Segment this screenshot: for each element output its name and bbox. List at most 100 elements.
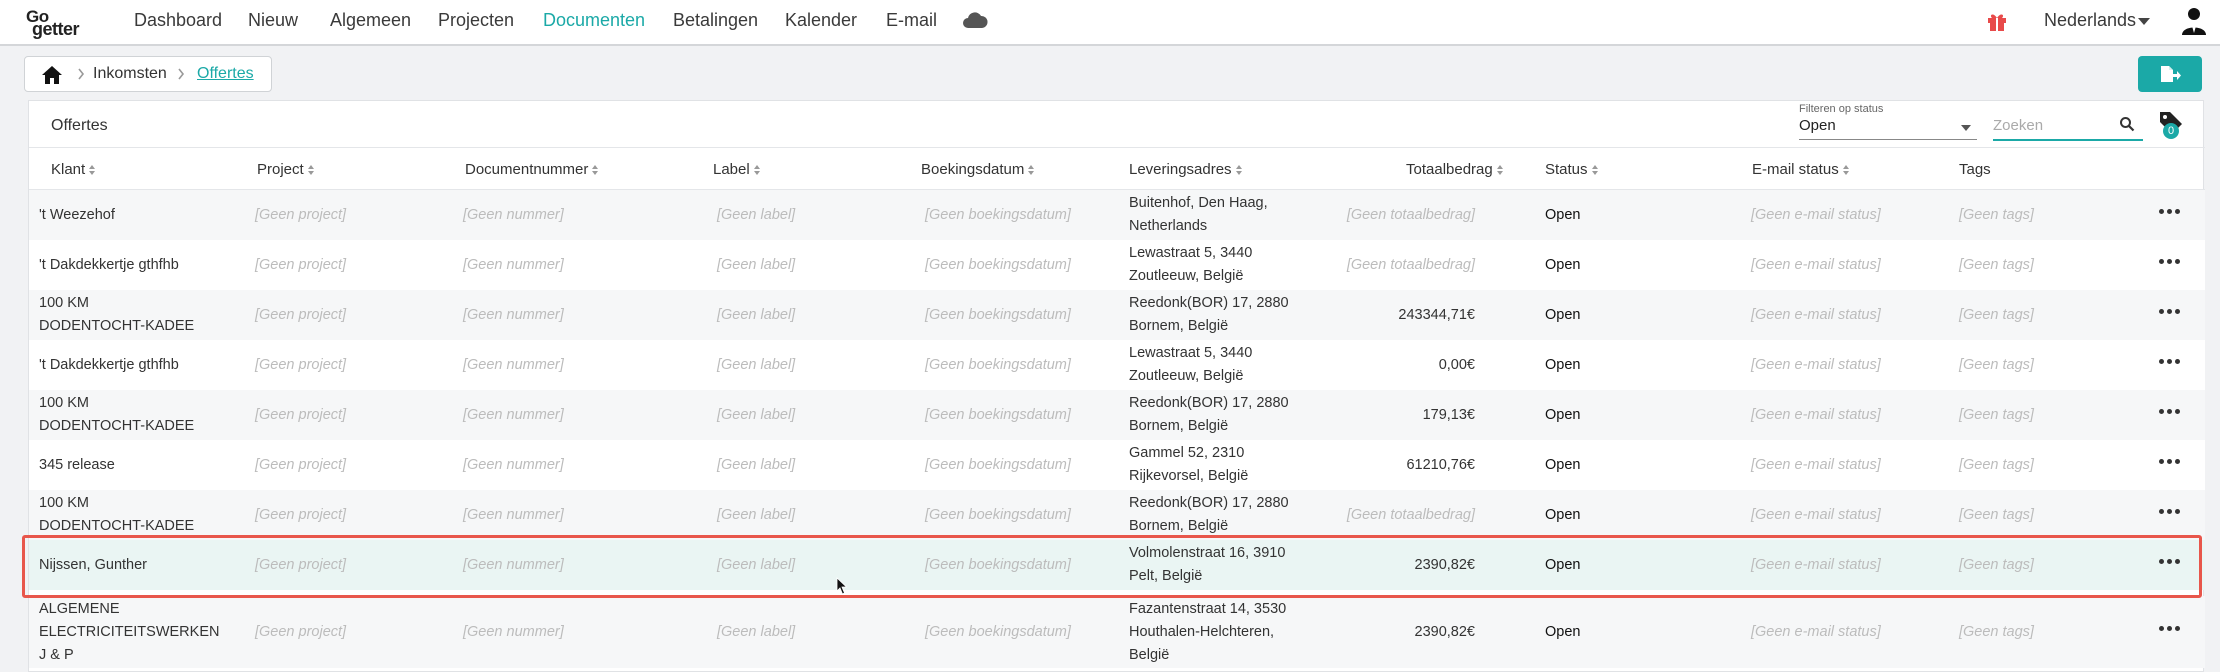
cell-project: [Geen project] [255, 307, 347, 323]
nav-kalender[interactable]: Kalender [785, 10, 857, 31]
cell-datum: [Geen boekingsdatum] [925, 457, 1071, 473]
table-row[interactable]: 100 KM DODENTOCHT-KADEE [Geen project] [Gee… [29, 490, 2205, 540]
search-icon[interactable] [2119, 116, 2135, 132]
table-row[interactable]: 100 KM DODENTOCHT-KADEE [Geen project] [Gee… [29, 290, 2205, 340]
cell-status: Open [1545, 557, 1581, 573]
column-header-label: Tags [1959, 161, 1991, 178]
cell-klant: Nijssen, Gunther [39, 557, 147, 573]
cell-totaalbedrag: 0,00€ [1438, 357, 1475, 373]
cell-project: [Geen project] [255, 257, 347, 273]
cell-status: Open [1545, 307, 1581, 323]
nav-dashboard[interactable]: Dashboard [134, 10, 222, 31]
cell-klant-group: 't Weezehof [39, 204, 239, 227]
cell-datum: [Geen boekingsdatum] [925, 257, 1071, 273]
cell-email: [Geen e-mail status] [1751, 207, 1881, 223]
cell-tags: [Geen tags] [1959, 507, 2034, 523]
column-header-klant[interactable]: Klant [51, 161, 96, 178]
cell-klant: ELECTRICITEITSWERKEN [39, 624, 220, 640]
home-icon[interactable] [41, 65, 63, 85]
row-more-menu-icon[interactable] [2159, 557, 2183, 567]
export-button[interactable] [2138, 56, 2202, 92]
row-more-menu-icon[interactable] [2159, 407, 2183, 417]
table-row[interactable]: 100 KM DODENTOCHT-KADEE [Geen project] [Gee… [29, 390, 2205, 440]
gogetter-logo[interactable]: Go getter [24, 4, 104, 40]
cell-nummer: [Geen nummer] [463, 624, 564, 640]
row-more-menu-icon[interactable] [2159, 624, 2183, 634]
column-header-totaalbedrag[interactable]: Totaalbedrag [1406, 161, 1503, 178]
cell-totaalbedrag: 61210,76€ [1406, 457, 1475, 473]
language-selector[interactable]: Nederlands [2044, 10, 2136, 31]
nav-projecten[interactable]: Projecten [438, 10, 514, 31]
table-row[interactable]: 't Dakdekkertje gthfhb [Geen project] [Gee… [29, 340, 2205, 390]
column-header-email-status[interactable]: E-mail status [1752, 161, 1849, 178]
table-row[interactable]: 't Dakdekkertje gthfhb [Geen project] [Gee… [29, 240, 2205, 290]
column-header-leveringsadres[interactable]: Leveringsadres [1129, 161, 1242, 178]
cell-klant: ALGEMENE [39, 601, 120, 617]
row-more-menu-icon[interactable] [2159, 457, 2183, 467]
nav-nieuw[interactable]: Nieuw [248, 10, 298, 31]
status-filter-select[interactable]: Open [1799, 116, 1977, 140]
cell-klant: DODENTOCHT-KADEE [39, 318, 195, 334]
table-row[interactable]: 345 release [Geen project] [Geen nummer] [G… [29, 440, 2205, 490]
sort-icon [1496, 165, 1503, 176]
table-row[interactable]: ALGEMENE ELECTRICITEITSWERKEN J & P [Geen p… [29, 596, 2205, 668]
column-header-boekingsdatum[interactable]: Boekingsdatum [921, 161, 1035, 178]
column-header-label: Totaalbedrag [1406, 161, 1493, 178]
cell-status: Open [1545, 207, 1581, 223]
column-header-tags: Tags [1959, 161, 1991, 178]
cell-klant-group: 100 KM DODENTOCHT-KADEE [39, 292, 239, 338]
language-caret-icon[interactable] [2138, 18, 2150, 25]
cell-nummer: [Geen nummer] [463, 307, 564, 323]
user-avatar-icon[interactable] [2180, 6, 2208, 36]
nav-email[interactable]: E-mail [886, 10, 937, 31]
cell-nummer: [Geen nummer] [463, 257, 564, 273]
row-more-menu-icon[interactable] [2159, 507, 2183, 517]
cell-klant: 345 release [39, 457, 115, 473]
row-more-menu-icon[interactable] [2159, 207, 2183, 217]
column-header-label: Klant [51, 161, 86, 178]
row-more-menu-icon[interactable] [2159, 307, 2183, 317]
cell-klant: 100 KM [39, 495, 89, 511]
cell-project: [Geen project] [255, 557, 347, 573]
mouse-cursor-icon [836, 577, 848, 595]
panel-title: Offertes [51, 117, 108, 134]
column-header-documentnummer[interactable]: Documentnummer [465, 161, 599, 178]
chevron-right-icon [178, 68, 185, 80]
cloud-icon[interactable] [962, 11, 988, 29]
status-filter-label: Filteren op status [1799, 103, 1884, 115]
cell-totaalbedrag: 2390,82€ [1414, 624, 1475, 640]
table-row[interactable]: Nijssen, Gunther [Geen project] [Geen numm… [29, 540, 2205, 590]
nav-algemeen[interactable]: Algemeen [330, 10, 411, 31]
breadcrumb-offertes[interactable]: Offertes [197, 65, 254, 83]
top-navigation: Go getter Dashboard Nieuw Algemeen Proje… [0, 0, 2220, 46]
cell-email: [Geen e-mail status] [1751, 407, 1881, 423]
cell-project: [Geen project] [255, 407, 347, 423]
cell-label: [Geen label] [717, 557, 796, 573]
cell-datum: [Geen boekingsdatum] [925, 557, 1071, 573]
nav-documenten[interactable]: Documenten [543, 10, 645, 31]
column-header-label-col[interactable]: Label [713, 161, 760, 178]
cell-klant-group: 345 release [39, 454, 239, 477]
nav-betalingen[interactable]: Betalingen [673, 10, 758, 31]
cell-project: [Geen project] [255, 507, 347, 523]
column-header-status[interactable]: Status [1545, 161, 1598, 178]
cell-nummer: [Geen nummer] [463, 507, 564, 523]
cell-tags: [Geen tags] [1959, 207, 2034, 223]
sort-icon [89, 165, 96, 176]
row-more-menu-icon[interactable] [2159, 357, 2183, 367]
search-input[interactable] [1993, 113, 2113, 137]
table-row[interactable]: 't Weezehof [Geen project] [Geen nummer] [G… [29, 190, 2205, 240]
column-header-project[interactable]: Project [257, 161, 314, 178]
column-header-label: Project [257, 161, 304, 178]
cell-adres: Fazantenstraat 14, 3530 [1129, 601, 1287, 617]
row-more-menu-icon[interactable] [2159, 257, 2183, 267]
gift-icon[interactable] [1986, 10, 2008, 32]
cell-status: Open [1545, 624, 1581, 640]
chevron-right-icon [78, 68, 85, 80]
cell-klant: J & P [39, 647, 74, 663]
offertes-panel: Offertes Filteren op status Open 0 Klant… [28, 100, 2205, 672]
export-file-icon [2161, 66, 2181, 82]
cell-status: Open [1545, 407, 1581, 423]
cell-label: [Geen label] [717, 207, 796, 223]
breadcrumb-inkomsten[interactable]: Inkomsten [93, 65, 167, 83]
